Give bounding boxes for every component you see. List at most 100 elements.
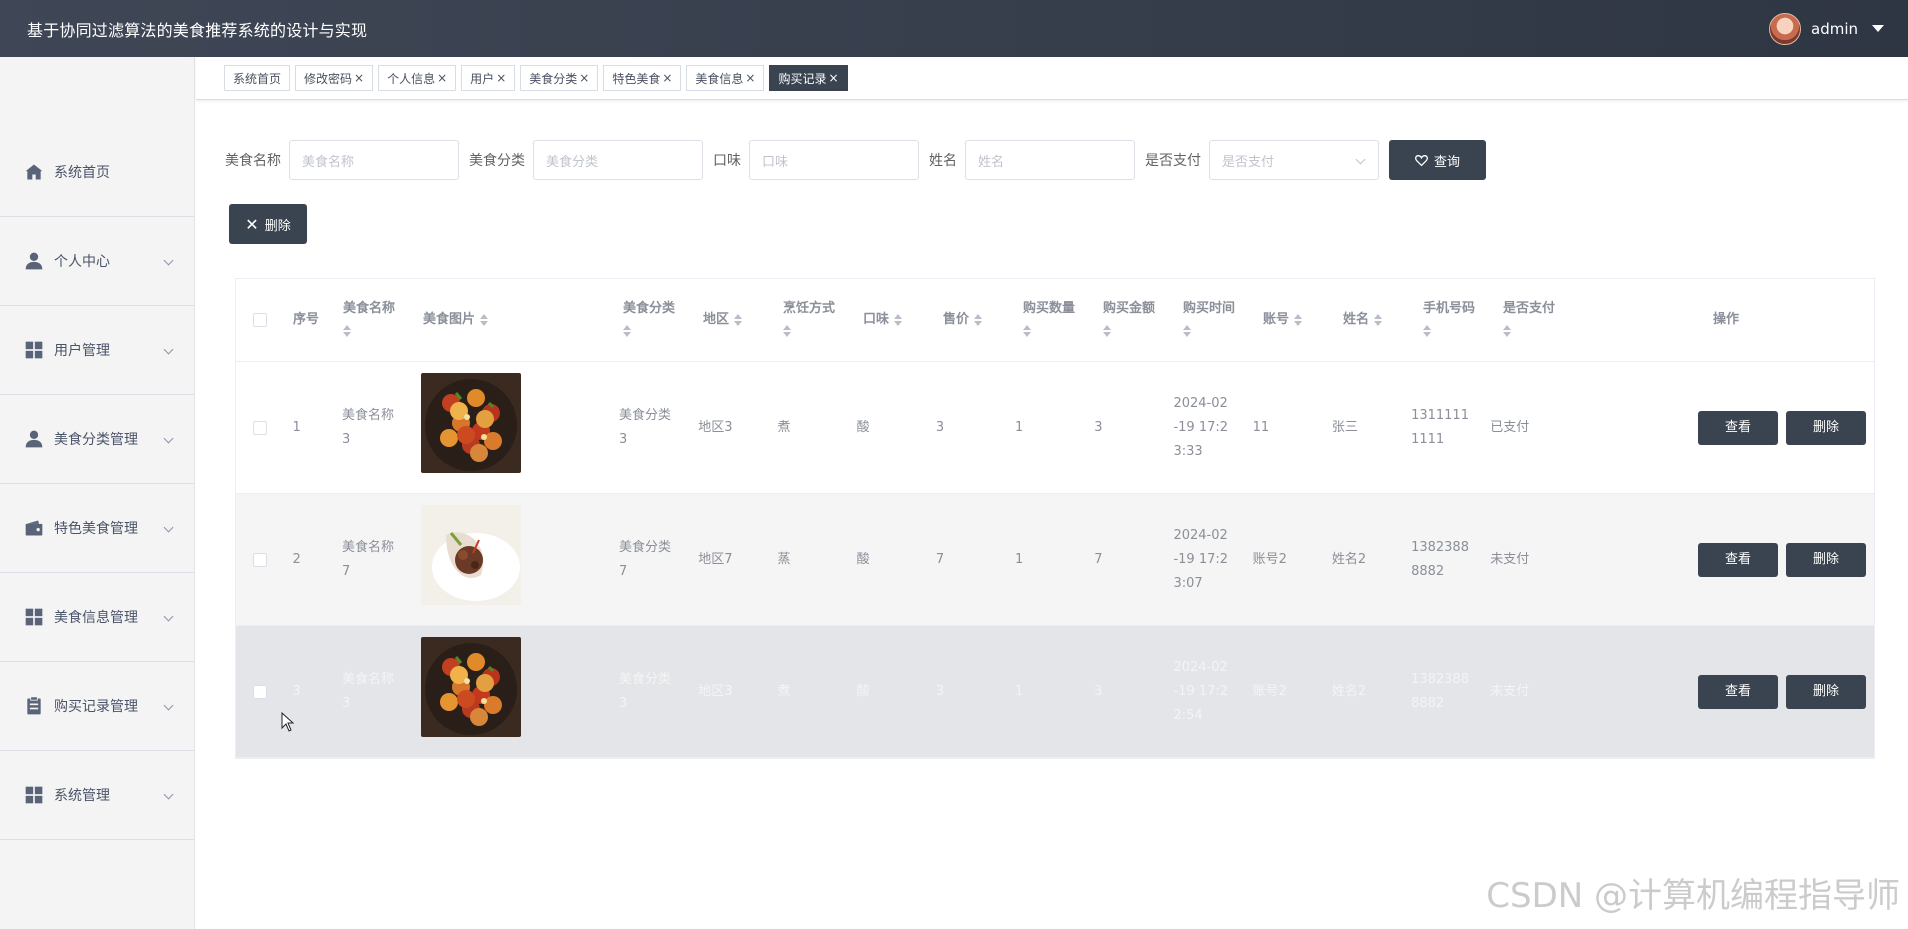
column-header[interactable]: 美食分类 — [614, 279, 694, 361]
tab-4[interactable]: 美食分类 × — [520, 65, 599, 91]
close-icon[interactable]: × — [829, 71, 839, 85]
close-icon[interactable]: × — [662, 71, 672, 85]
sort-icon[interactable] — [1183, 324, 1191, 337]
name-input[interactable]: 姓名 — [965, 140, 1135, 180]
column-header-label: 口味 — [863, 312, 890, 327]
sidebar-menu: 系统首页 个人中心 用户管理 美食分类管理 特色美食管理 美食信息管理 购买记录管理 系统管理 — [0, 128, 194, 840]
close-icon[interactable]: × — [496, 71, 506, 85]
tab-5[interactable]: 特色美食 × — [603, 65, 682, 91]
sort-icon[interactable] — [1023, 324, 1031, 337]
column-header[interactable]: 美食名称 — [334, 279, 414, 361]
sort-icon[interactable] — [1423, 324, 1431, 337]
sidebar-item-4[interactable]: 特色美食管理 — [0, 484, 194, 573]
cell-amount: 7 — [1085, 494, 1164, 625]
column-header[interactable]: 姓名 — [1334, 279, 1414, 361]
sort-icon[interactable] — [1374, 314, 1383, 326]
user-menu[interactable]: admin — [1769, 0, 1884, 57]
category-input[interactable]: 美食分类 — [533, 140, 703, 180]
food-name-input[interactable]: 美食名称 — [289, 140, 459, 180]
tab-1[interactable]: 修改密码 × — [295, 65, 374, 91]
column-header[interactable]: 购买金额 — [1094, 279, 1174, 361]
cell-account: 11 — [1244, 362, 1323, 493]
cell-food_name: 美食名称3 — [333, 626, 412, 757]
sort-icon[interactable] — [1103, 324, 1111, 337]
sort-icon[interactable] — [1503, 324, 1511, 337]
food-image — [421, 505, 522, 614]
sidebar-item-6[interactable]: 购买记录管理 — [0, 662, 194, 751]
delete-button-label: 删除 — [1812, 551, 1839, 567]
column-header[interactable]: 口味 — [854, 279, 934, 361]
sort-icon[interactable] — [783, 324, 791, 337]
delete-button[interactable]: 删除 — [1786, 410, 1866, 445]
column-header-label: 手机号码 — [1423, 301, 1476, 316]
table-row[interactable]: 1 美食名称3 美食分类3 地区3 煮 酸 3 1 3 2024-02-19 17:23:33 11… — [236, 362, 1874, 494]
cell-text: 姓名2 — [1331, 551, 1367, 567]
sidebar-item-5[interactable]: 美食信息管理 — [0, 573, 194, 662]
cell-text: 地区7 — [698, 551, 733, 567]
chevron-down-icon — [163, 344, 174, 355]
cell-text: 张三 — [1331, 419, 1358, 435]
tab-6[interactable]: 美食信息 × — [686, 65, 765, 91]
paid-select[interactable]: 是否支付 — [1209, 140, 1379, 180]
taste-input[interactable]: 口味 — [749, 140, 919, 180]
user-name[interactable]: admin — [1811, 20, 1858, 38]
column-header[interactable]: 售价 — [934, 279, 1014, 361]
row-checkbox[interactable] — [252, 552, 267, 567]
column-header-label: 操作 — [1713, 312, 1740, 327]
column-header[interactable]: 购买时间 — [1174, 279, 1254, 361]
delete-button-label: 删除 — [1812, 419, 1839, 435]
sidebar-item-2[interactable]: 用户管理 — [0, 306, 194, 395]
table-row[interactable]: 3 美食名称3 美食分类3 地区3 煮 酸 3 1 3 2024-02-19 17:22:54 账号… — [236, 626, 1874, 758]
sort-icon[interactable] — [623, 324, 631, 337]
cell-text: 地区3 — [698, 683, 733, 699]
row-checkbox[interactable] — [252, 684, 267, 699]
view-button-label: 查看 — [1724, 551, 1751, 567]
sort-icon[interactable] — [480, 314, 489, 326]
sort-icon[interactable] — [974, 314, 983, 326]
delete-button[interactable]: 删除 — [1786, 542, 1866, 577]
sort-icon[interactable] — [343, 324, 351, 337]
column-header[interactable]: 烹饪方式 — [774, 279, 854, 361]
close-icon[interactable]: × — [579, 71, 589, 85]
sort-icon[interactable] — [734, 314, 743, 326]
cell-category: 美食分类3 — [610, 626, 689, 757]
close-icon[interactable]: × — [437, 71, 447, 85]
tab-7[interactable]: 购买记录 × — [769, 65, 848, 91]
caret-down-icon[interactable] — [1872, 25, 1884, 32]
search-form: 美食名称 美食名称 美食分类 美食分类 口味 口味 姓名 姓名 是否支付 是否支… — [225, 140, 1486, 180]
sidebar-item-7[interactable]: 系统管理 — [0, 751, 194, 840]
batch-delete-label: 删除 — [264, 218, 291, 234]
view-button[interactable]: 查看 — [1698, 410, 1778, 445]
row-checkbox[interactable] — [252, 420, 267, 435]
sidebar-item-0[interactable]: 系统首页 — [0, 128, 194, 217]
query-button[interactable]: 查询 — [1389, 140, 1486, 180]
batch-delete-button[interactable]: ✕ 删除 — [229, 204, 307, 244]
close-icon[interactable]: × — [745, 71, 755, 85]
delete-button[interactable]: 删除 — [1786, 674, 1866, 709]
column-header[interactable]: 购买数量 — [1014, 279, 1094, 361]
close-icon[interactable]: × — [354, 71, 364, 85]
cell-price: 3 — [927, 626, 1006, 757]
cell-text: 2024-02-19 17:23:33 — [1173, 395, 1229, 459]
sort-icon[interactable] — [1294, 314, 1303, 326]
view-button[interactable]: 查看 — [1698, 542, 1778, 577]
tab-2[interactable]: 个人信息 × — [378, 65, 457, 91]
select-all-checkbox[interactable] — [253, 313, 267, 327]
cell-text: 未支付 — [1490, 551, 1530, 567]
tab-3[interactable]: 用户 × — [461, 65, 516, 91]
sidebar-item-1[interactable]: 个人中心 — [0, 217, 194, 306]
table-row[interactable]: 2 美食名称7 美食分类7 地区7 蒸 酸 7 1 7 2024-02-19 17:23:07 账号… — [236, 494, 1874, 626]
paid-label: 是否支付 — [1145, 153, 1201, 169]
column-header[interactable]: 美食图片 — [414, 279, 614, 361]
column-header-label: 购买数量 — [1023, 301, 1076, 316]
sort-icon[interactable] — [894, 314, 903, 326]
avatar[interactable] — [1769, 12, 1801, 45]
column-header[interactable]: 手机号码 — [1414, 279, 1494, 361]
tab-0[interactable]: 系统首页 — [224, 65, 291, 91]
column-header[interactable]: 是否支付 — [1494, 279, 1704, 361]
column-header[interactable]: 账号 — [1254, 279, 1334, 361]
sidebar-item-3[interactable]: 美食分类管理 — [0, 395, 194, 484]
top-header: 基于协同过滤算法的美食推荐系统的设计与实现 admin — [0, 0, 1908, 57]
view-button[interactable]: 查看 — [1698, 674, 1778, 709]
column-header[interactable]: 地区 — [694, 279, 774, 361]
